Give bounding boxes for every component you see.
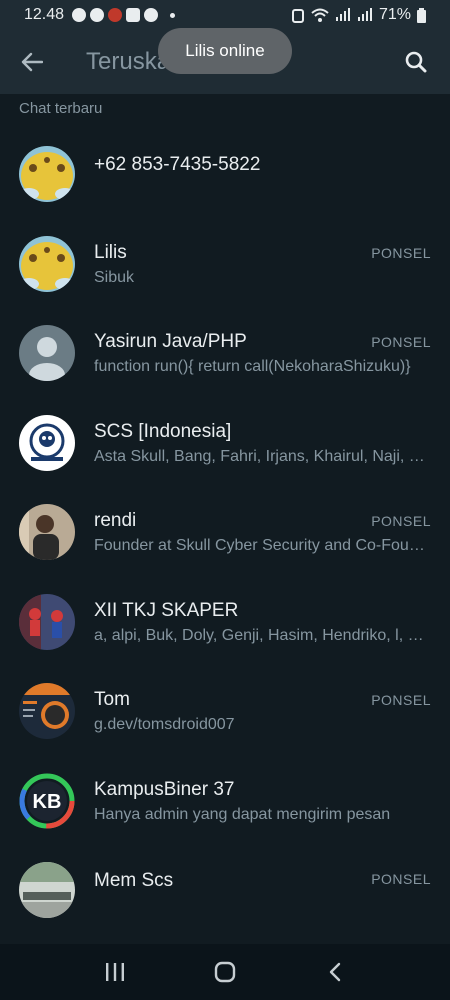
arrow-left-icon [21,52,43,72]
chat-name: rendi [94,510,137,531]
chat-notification-icon [72,8,87,22]
section-label: Chat terbaru [19,100,103,117]
chat-row-0[interactable]: +62 853-7435-5822 [0,118,450,208]
chat-row-3[interactable]: SCS [Indonesia] Asta Skull, Bang, Fahri,… [0,387,450,477]
chat-subtitle: Asta Skull, Bang, Fahri, Irjans, Khairul… [94,447,432,465]
contact-tag: PONSEL [371,244,431,261]
chat-row-6[interactable]: Tom PONSEL g.dev/tomsdroid007 [0,655,450,745]
avatar [19,325,75,381]
chat-row-1[interactable]: Lilis PONSEL Sibuk [0,208,450,298]
svg-text:KB: KB [33,791,62,813]
signal-icon [335,8,350,21]
home-button[interactable] [205,952,245,992]
avatar [19,862,75,918]
avatar [19,593,75,650]
chat-name: Lilis [94,241,127,263]
recents-button[interactable] [95,952,135,992]
search-button[interactable] [396,42,436,82]
chat-name: Yasirun Java/PHP [94,331,247,352]
chat-name: KampusBiner 37 [94,778,235,800]
more-notifications-icon [170,12,176,18]
messenger-notification-icon [90,8,105,22]
contact-tag: PONSEL [371,334,431,350]
chat-row-8[interactable]: Mem Scs PONSEL [0,834,450,924]
contact-tag: PONSEL [371,871,431,887]
notification-icons [72,8,176,22]
battery-icon [417,7,426,23]
chat-name: XII TKJ SKAPER [94,599,239,621]
battery-percent: 71% [378,6,411,23]
chat-name: +62 853-7435-5822 [94,154,261,175]
app-notification-icon [108,8,123,22]
system-nav-bar [0,944,450,1000]
avatar [19,504,75,560]
chat-subtitle: Hanya admin yang dapat mengirim pesan [94,805,391,823]
alarm-icon [291,9,304,23]
chat-subtitle: function run(){ return call(NekoharaShiz… [94,358,411,375]
chat-subtitle: Founder at Skull Cyber Security and Co-F… [94,537,432,554]
signal-icon-2 [357,8,372,21]
back-nav-button[interactable] [315,952,355,992]
back-button[interactable] [0,30,64,94]
recents-icon [106,963,124,981]
back-nav-icon [329,962,341,982]
status-time: 12.48 [24,6,65,23]
contact-tag: PONSEL [371,513,431,529]
presence-toast: Lilis online [158,28,292,74]
chat-subtitle: g.dev/tomsdroid007 [94,716,235,733]
avatar: KB [19,772,75,829]
chat-row-2[interactable]: Yasirun Java/PHP PONSEL function run(){ … [0,297,450,387]
home-icon [214,961,236,983]
chat-name: Mem Scs [94,870,174,891]
app-notification-icon-2 [144,8,159,22]
search-icon [405,51,427,73]
avatar [19,235,75,292]
chat-subtitle: Sibuk [94,268,135,286]
chat-row-7[interactable]: KB KampusBiner 37 Hanya admin yang dapat… [0,745,450,835]
chat-subtitle: a, alpi, Buk, Doly, Genji, Hasim, Hendri… [94,626,432,644]
avatar [19,683,75,739]
status-bar: 12.48 71% [0,0,450,30]
chat-list: +62 853-7435-5822 Lilis PONSEL Sibuk Yas… [0,118,450,924]
contact-tag: PONSEL [371,692,431,708]
gmail-icon [126,8,141,22]
avatar [19,414,75,471]
status-right: 71% [291,6,426,24]
chat-row-5[interactable]: XII TKJ SKAPER a, alpi, Buk, Doly, Genji… [0,566,450,656]
avatar [19,146,75,202]
chat-name: SCS [Indonesia] [94,420,232,442]
chat-row-4[interactable]: rendi PONSEL Founder at Skull Cyber Secu… [0,476,450,566]
wifi-icon [311,8,329,22]
chat-name: Tom [94,689,130,710]
